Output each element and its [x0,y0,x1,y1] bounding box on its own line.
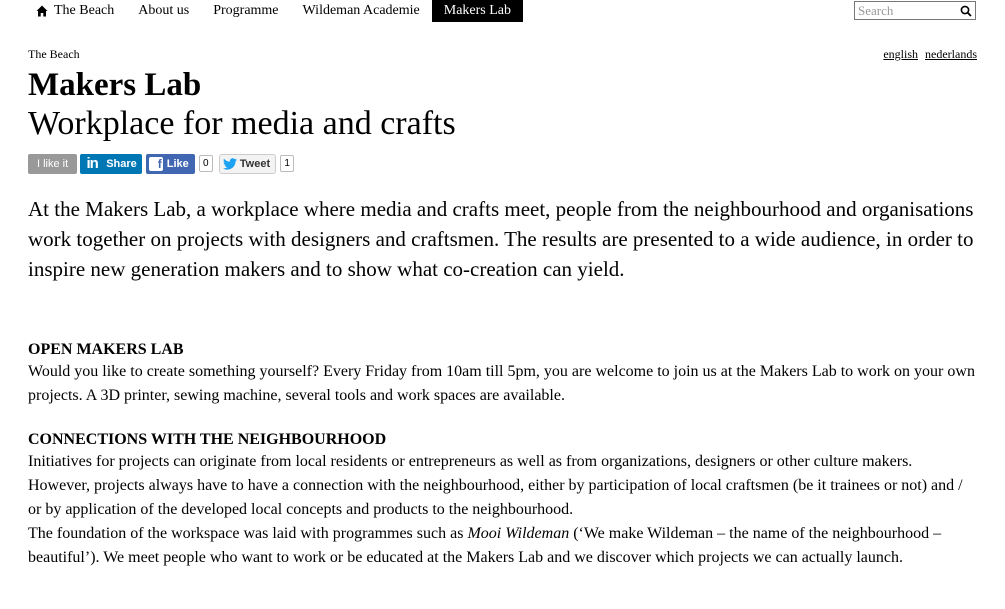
section-open-makers-lab: OPEN MAKERS LAB Would you like to create… [28,340,978,408]
search-icon[interactable] [960,5,972,17]
facebook-icon: f [148,156,163,171]
home-icon [36,5,48,17]
search-box [854,1,976,20]
section-heading: CONNECTIONS WITH THE NEIGHBOURHOOD [28,431,387,448]
twitter-bird-icon [222,157,237,170]
foundation-text-before: The foundation of the workspace was laid… [28,525,468,542]
section-connections-neighbourhood: CONNECTIONS WITH THE NEIGHBOURHOOD Initi… [28,430,978,570]
nav-item-label: The Beach [54,3,115,18]
tweet-label: Tweet [239,157,271,170]
section-heading: OPEN MAKERS LAB [28,341,184,358]
facebook-like-count: 0 [198,155,213,172]
section-text: Would you like to create something yours… [28,363,975,404]
nav-item-makers-lab[interactable]: Makers Lab [431,0,524,22]
breadcrumb[interactable]: The Beach [28,47,80,62]
nav-item-programme[interactable]: Programme [201,0,290,22]
facebook-like-label: Like [166,157,189,170]
tweet-button[interactable]: Tweet [218,153,277,174]
section-text: Initiatives for projects can originate f… [28,453,963,518]
section-text-foundation: The foundation of the workspace was laid… [28,522,978,570]
i-like-it-button[interactable]: I like it [28,153,78,174]
intro-paragraph: At the Makers Lab, a workplace where med… [28,197,974,281]
mooi-wildeman-title: Mooi Wildeman [467,525,570,542]
social-share-bar: I like it in Share f Like 0 Tweet 1 [28,153,295,174]
nav-item-the-beach[interactable]: The Beach [28,0,126,22]
language-nederlands-link[interactable]: nederlands [925,47,977,61]
tweet-count: 1 [280,155,295,172]
page-subtitle: Workplace for media and crafts [28,105,456,142]
top-navigation: The Beach About us Programme Wildeman Ac… [28,0,524,22]
language-switcher: english nederlands [879,47,977,62]
language-english-link[interactable]: english [883,47,918,61]
search-input[interactable] [855,2,958,20]
facebook-like-button[interactable]: f Like [145,153,195,174]
linkedin-icon: in [86,155,99,172]
page-title: Makers Lab [28,67,202,103]
nav-item-wildeman-academie[interactable]: Wildeman Academie [291,0,432,22]
linkedin-share-button[interactable]: in Share [80,153,142,174]
nav-item-about-us[interactable]: About us [126,0,201,22]
linkedin-share-label: Share [106,157,137,170]
